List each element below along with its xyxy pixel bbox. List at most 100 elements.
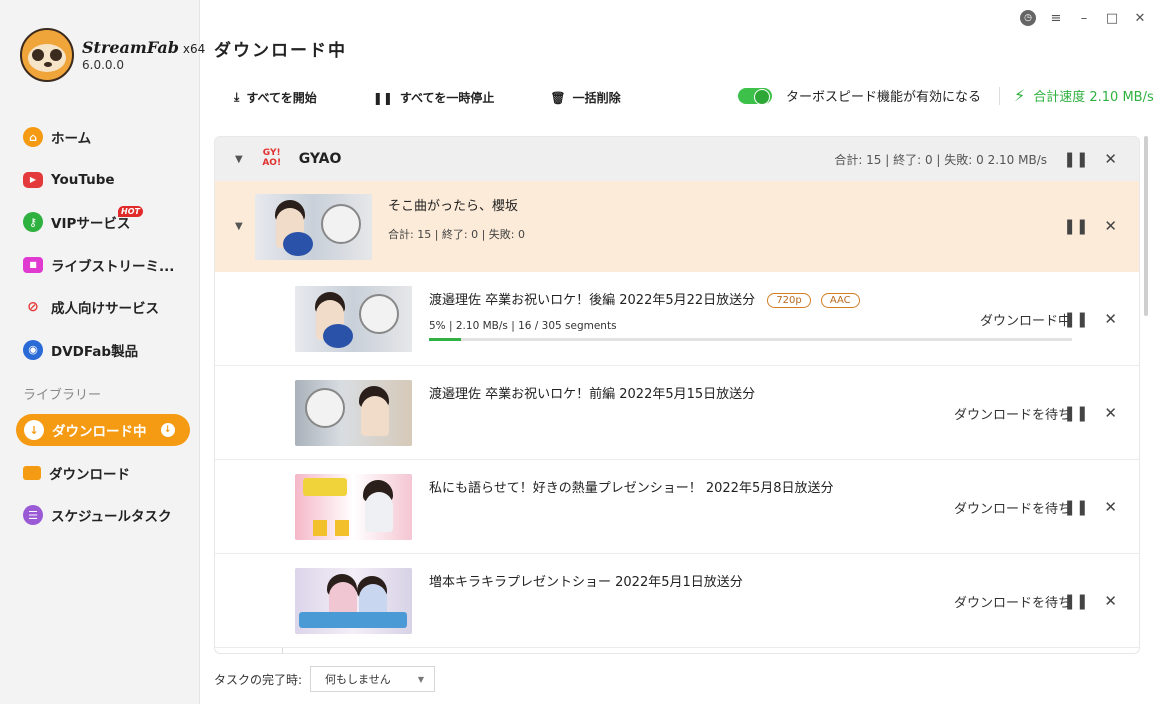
task-row: 渡邉理佐 卒業お祝いロケ！後編 2022年5月22日放送分 720p AAC 5…	[215, 272, 1139, 366]
page-title: ダウンロード中	[214, 41, 347, 61]
home-icon: ⌂	[23, 127, 43, 148]
subgroup-header[interactable]: ▼ そこ曲がったら、櫻坂 合計: 15 | 終了: 0 | 失敗: 0 ❚❚ ✕	[215, 181, 1139, 272]
task-title-text: 渡邉理佐 卒業お祝いロケ！前編 2022年5月15日放送分	[429, 387, 756, 402]
delete-all-label: 一括削除	[572, 91, 621, 105]
toolbar: ⤓ すべてを開始 ❚❚ すべてを一時停止 🗑 一括削除	[234, 89, 677, 106]
task-status: ダウンロードを待ち	[953, 502, 1071, 517]
chevron-down-icon: ▼	[417, 674, 425, 684]
pause-icon[interactable]: ❚❚	[1063, 498, 1088, 516]
schedule-icon: ☰	[23, 505, 43, 525]
task-controls: ❚❚ ✕	[1063, 592, 1117, 610]
pause-icon[interactable]: ❚❚	[1063, 217, 1088, 235]
progress-bar	[429, 338, 1072, 341]
subgroup-thumbnail	[255, 194, 372, 260]
task-controls: ❚❚ ✕	[1063, 404, 1117, 422]
app-logo: StreamFab x64 6.0.0.0	[20, 28, 205, 82]
progress-fill	[429, 338, 462, 341]
sidebar-item-home[interactable]: ⌂ ホーム	[0, 116, 200, 159]
library-nav: ↓ ダウンロード中 ↓ ダウンロード ☰ スケジュールタスク	[0, 410, 200, 536]
close-icon[interactable]: ✕	[1104, 592, 1117, 610]
clock-icon[interactable]: ◷	[1020, 10, 1036, 26]
task-thumbnail	[295, 286, 412, 352]
menu-icon[interactable]: ≡	[1048, 11, 1064, 26]
close-icon[interactable]: ✕	[1104, 404, 1117, 422]
close-icon[interactable]: ✕	[1104, 498, 1117, 516]
total-speed: ⚡ 合計速度 2.10 MB/s	[1014, 86, 1154, 105]
minimize-icon[interactable]: –	[1076, 11, 1092, 26]
subgroup-stats: 合計: 15 | 終了: 0 | 失敗: 0	[388, 228, 526, 241]
folder-icon	[23, 466, 41, 480]
turbo-toggle[interactable]	[738, 87, 772, 105]
group-controls: ❚❚ ✕	[1063, 150, 1117, 168]
delete-all-button[interactable]: 🗑 一括削除	[550, 89, 620, 106]
group-name: GYAO	[298, 151, 342, 167]
sidebar-item-adult[interactable]: ⊘ 成人向けサービス	[0, 286, 200, 329]
sidebar-item-label: 成人向けサービス	[51, 301, 159, 318]
gyao-logo-top: GY!	[262, 148, 281, 158]
pause-all-button[interactable]: ❚❚ すべてを一時停止	[373, 89, 495, 106]
task-row: 増本キラキラプレゼントショー 2022年5月1日放送分 ダウンロードを待ち ❚❚…	[215, 554, 1139, 648]
sidebar-item-vip[interactable]: ⚷ VIPサービス HOT	[0, 201, 200, 244]
task-thumbnail	[295, 568, 412, 634]
brand-name: StreamFab	[82, 38, 179, 57]
task-thumbnail	[295, 474, 412, 540]
sidebar-item-schedule[interactable]: ☰ スケジュールタスク	[0, 494, 200, 536]
start-all-label: すべてを開始	[246, 91, 317, 105]
sidebar-item-label: ホーム	[51, 131, 92, 148]
sidebar-nav: ⌂ ホーム ▶ YouTube ⚷ VIPサービス HOT ■ ライブストリーミ…	[0, 116, 200, 371]
gyao-logo-icon: GY! AO!	[261, 148, 283, 170]
scrollbar[interactable]	[1143, 136, 1149, 654]
sidebar-item-youtube[interactable]: ▶ YouTube	[0, 159, 200, 202]
task-panel: ▼ GY! AO! GYAO 合計: 15 | 終了: 0 | 失敗: 0 2.…	[214, 136, 1140, 654]
download-arrow-icon: ↓	[24, 420, 44, 440]
maximize-icon[interactable]: □	[1104, 11, 1120, 26]
close-icon[interactable]: ✕	[1104, 310, 1117, 328]
sidebar-item-livestream[interactable]: ■ ライブストリーミ...	[0, 244, 200, 287]
download-badge-icon: ↓	[160, 423, 175, 437]
close-icon[interactable]: ✕	[1132, 11, 1148, 26]
progress-text: 5% | 2.10 MB/s | 16 / 305 segments	[429, 320, 617, 332]
task-controls: ❚❚ ✕	[1063, 498, 1117, 516]
sidebar-item-label: ライブストリーミ...	[51, 258, 175, 275]
pause-icon[interactable]: ❚❚	[1063, 592, 1088, 610]
brand-arch: x64	[182, 42, 206, 56]
window-controls: ◷ ≡ – □ ✕	[1020, 10, 1148, 26]
group-header[interactable]: ▼ GY! AO! GYAO 合計: 15 | 終了: 0 | 失敗: 0 2.…	[215, 137, 1139, 181]
group-stats: 合計: 15 | 終了: 0 | 失敗: 0 2.10 MB/s	[834, 153, 1047, 167]
task-status: ダウンロードを待ち	[953, 596, 1071, 611]
close-icon[interactable]: ✕	[1104, 217, 1117, 235]
pause-icon[interactable]: ❚❚	[1063, 150, 1088, 168]
sloth-mascot-icon	[20, 28, 74, 82]
pause-icon: ❚❚	[372, 90, 393, 105]
camera-icon: ■	[23, 256, 43, 273]
start-all-button[interactable]: ⤓ すべてを開始	[234, 89, 317, 106]
collapse-caret-icon[interactable]: ▼	[235, 154, 243, 165]
sidebar-item-downloaded[interactable]: ダウンロード	[0, 452, 200, 494]
task-thumbnail	[295, 380, 412, 446]
sidebar-item-dvdfab[interactable]: ◉ DVDFab製品	[0, 329, 200, 372]
trash-icon: 🗑	[550, 90, 566, 105]
task-title: 増本キラキラプレゼントショー 2022年5月1日放送分	[429, 571, 743, 590]
divider	[999, 86, 1001, 105]
completion-action-select[interactable]: 何もしません ▼	[310, 666, 436, 692]
task-title-text: 渡邉理佐 卒業お祝いロケ！後編 2022年5月22日放送分	[429, 293, 756, 308]
resolution-tag: 720p	[767, 293, 811, 308]
total-speed-label: 合計速度 2.10 MB/s	[1033, 90, 1154, 105]
subgroup-controls: ❚❚ ✕	[1063, 217, 1117, 235]
task-row: 私にも語らせて！好きの熱量プレゼンショー！ 2022年5月8日放送分 ダウンロー…	[215, 460, 1139, 554]
collapse-caret-icon[interactable]: ▼	[235, 221, 243, 232]
audio-tag: AAC	[820, 293, 860, 308]
scrollbar-thumb[interactable]	[1144, 136, 1148, 316]
task-title-text: 私にも語らせて！好きの熱量プレゼンショー！ 2022年5月8日放送分	[429, 481, 834, 496]
pause-icon[interactable]: ❚❚	[1063, 310, 1088, 328]
pause-icon[interactable]: ❚❚	[1063, 404, 1088, 422]
key-icon: ⚷	[23, 212, 43, 233]
close-icon[interactable]: ✕	[1104, 150, 1117, 168]
sidebar-item-downloading[interactable]: ↓ ダウンロード中 ↓	[16, 414, 190, 446]
task-title-text: 増本キラキラプレゼントショー 2022年5月1日放送分	[429, 575, 743, 590]
sidebar-item-label: ダウンロード中	[52, 424, 147, 440]
sidebar-item-label: DVDFab製品	[51, 343, 139, 360]
completion-action-value: 何もしません	[325, 673, 391, 686]
youtube-icon: ▶	[23, 171, 43, 188]
subgroup-title: そこ曲がったら、櫻坂	[388, 199, 519, 214]
